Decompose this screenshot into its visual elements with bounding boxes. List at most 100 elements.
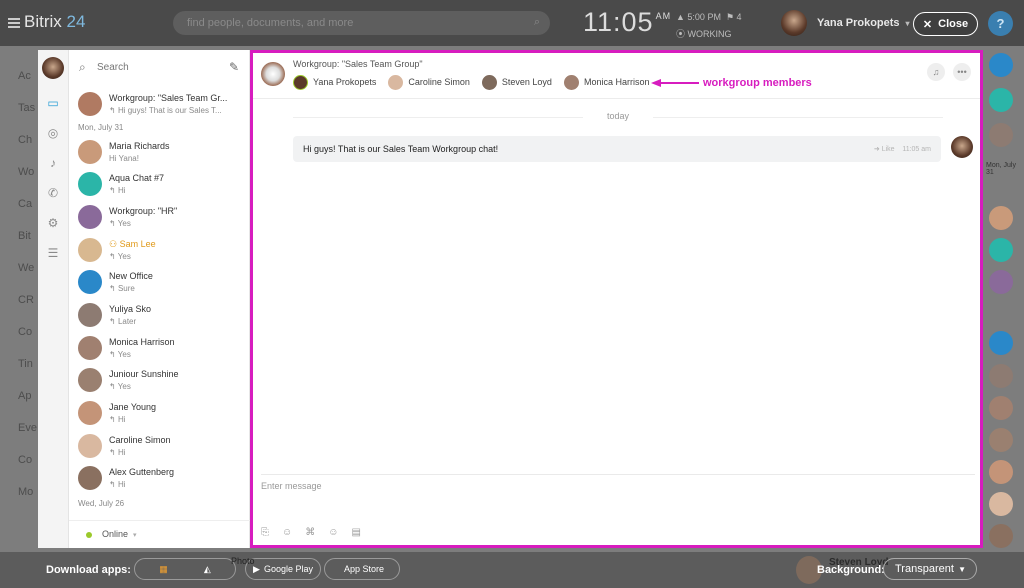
- file-icon[interactable]: ▤: [351, 527, 360, 538]
- recent-chats-strip: Mon, July 31: [986, 48, 1024, 581]
- openlines-icon[interactable]: ◎: [46, 126, 60, 140]
- list-item[interactable]: Monica Harrison ↰ Yes: [69, 332, 250, 365]
- messenger-window: ▭ ◎ ♪ ✆ ⚙ ☰ ⌕ Search ✎ Workgroup: "Sales…: [38, 50, 983, 548]
- avatar[interactable]: [989, 331, 1013, 355]
- user-icon[interactable]: ☺: [282, 527, 292, 538]
- background-select[interactable]: Transparent ▼: [883, 558, 977, 580]
- time-info: ▲ 5:00 PM ⚑ 4 ⦿ WORKING: [676, 12, 742, 39]
- bg-item: CR: [18, 294, 34, 306]
- close-button[interactable]: ✕ Close: [913, 12, 978, 36]
- list-item[interactable]: Juniour Sunshine ↰ Yes: [69, 364, 250, 397]
- chat-title[interactable]: Workgroup: "Sales Team Group": [293, 59, 423, 69]
- like-link[interactable]: ➜ Like: [874, 146, 895, 153]
- linux-icon[interactable]: ◭: [204, 564, 211, 575]
- avatar[interactable]: [989, 524, 1013, 548]
- list-item-message-text: Later: [117, 317, 137, 326]
- bg-item: Co: [18, 454, 33, 466]
- bell-icon[interactable]: ♫: [927, 63, 945, 81]
- bg-item: Eve: [18, 422, 37, 434]
- avatar[interactable]: [989, 238, 1013, 262]
- search-icon: ⌕: [79, 60, 86, 74]
- clock[interactable]: 11:05 AM: [583, 7, 671, 38]
- message-toolbar: ⎘ ☺ ⌘ ☺ ▤: [261, 527, 361, 538]
- status-selector[interactable]: Online ▾: [69, 520, 250, 548]
- bg-item: Ap: [18, 390, 32, 402]
- list-item[interactable]: Yuliya Sko ↰ Later: [69, 299, 250, 332]
- list-item[interactable]: Workgroup: "Sales Team Gr... ↰ Hi guys! T…: [69, 88, 250, 121]
- avatar[interactable]: [261, 62, 285, 86]
- avatar[interactable]: [989, 460, 1013, 484]
- chat-search-input[interactable]: ⌕ Search ✎: [79, 60, 239, 76]
- chat-icon[interactable]: [989, 88, 1013, 112]
- list-item[interactable]: Caroline Simon ↰ Hi: [69, 430, 250, 463]
- notification-icon[interactable]: [989, 53, 1013, 77]
- avatar[interactable]: [989, 364, 1013, 388]
- bg-item: Tin: [18, 358, 33, 370]
- work-status: WORKING: [687, 29, 732, 39]
- member-name: Caroline Simon: [408, 77, 470, 87]
- global-search-input[interactable]: find people, documents, and more ⌕: [173, 11, 550, 35]
- list-item[interactable]: Aqua Chat #7 ↰ Hi: [69, 168, 250, 201]
- message-input[interactable]: Enter message: [261, 481, 322, 491]
- phone-icon[interactable]: ✆: [46, 186, 60, 200]
- avatar[interactable]: [989, 206, 1013, 230]
- menu-icon[interactable]: [8, 16, 20, 30]
- help-button[interactable]: ?: [988, 11, 1013, 36]
- online-status-icon: [86, 532, 92, 538]
- member-item[interactable]: Caroline Simon: [388, 74, 470, 90]
- status-label: Online ▾: [102, 529, 137, 539]
- attach-icon[interactable]: ⎘: [261, 527, 269, 538]
- avatar[interactable]: [989, 270, 1013, 294]
- list-item-name: ⚇ Sam Lee: [109, 239, 156, 249]
- avatar[interactable]: [989, 396, 1013, 420]
- member-item[interactable]: Yana Prokopets: [293, 74, 376, 90]
- avatar: [78, 466, 102, 490]
- list-item[interactable]: Maria Richards Hi Yana!: [69, 136, 250, 169]
- strip-date: Mon, July 31: [986, 162, 1016, 176]
- chat-icon[interactable]: ▭: [46, 96, 60, 110]
- list-item[interactable]: ⚇ Sam Lee ↰ Yes: [69, 234, 250, 267]
- search-icon[interactable]: ⌕: [534, 16, 540, 29]
- compose-icon[interactable]: ✎: [229, 60, 239, 74]
- list-item[interactable]: New Office ↰ Sure: [69, 266, 250, 299]
- google-play-button[interactable]: ▶ Google Play: [245, 558, 321, 580]
- notes-icon[interactable]: ☰: [46, 246, 60, 260]
- background-menu: Ac Tas Ch Wo Ca Bit We CR Co Tin Ap Eve …: [18, 60, 37, 508]
- status-text: Online: [102, 529, 129, 539]
- avatar: [563, 74, 579, 90]
- member-item[interactable]: Monica Harrison: [563, 74, 649, 90]
- avatar[interactable]: [989, 428, 1013, 452]
- annotation-label: workgroup members: [703, 77, 812, 89]
- avatar: [78, 368, 102, 392]
- app-store-button[interactable]: App Store: [324, 558, 400, 580]
- list-item[interactable]: Alex Guttenberg ↰ Hi: [69, 462, 250, 495]
- logo[interactable]: Bitrix 24: [8, 12, 85, 32]
- user-menu[interactable]: Yana Prokopets ▾: [781, 8, 910, 38]
- windows-icon[interactable]: ▦: [159, 564, 168, 575]
- more-icon[interactable]: •••: [953, 63, 971, 81]
- download-apps-label: Download apps:: [46, 564, 131, 576]
- command-icon[interactable]: ⌘: [305, 527, 315, 538]
- list-item-name: Maria Richards: [109, 141, 170, 151]
- list-item[interactable]: Workgroup: "HR" ↰ Yes: [69, 201, 250, 234]
- smile-icon[interactable]: ☺: [328, 527, 338, 538]
- photo-label: Photo: [231, 556, 255, 566]
- list-item-message-text: Hi: [117, 480, 126, 489]
- chevron-down-icon: ▼: [958, 564, 966, 574]
- list-item-message: ↰ Yes: [109, 382, 131, 391]
- avatar[interactable]: [989, 492, 1013, 516]
- gear-icon[interactable]: ⚙: [46, 216, 60, 230]
- avatar[interactable]: [42, 57, 64, 79]
- messenger-rail: ▭ ◎ ♪ ✆ ⚙ ☰: [38, 50, 69, 548]
- avatar: [78, 140, 102, 164]
- list-item-name: Workgroup: "HR": [109, 206, 178, 216]
- recent-chat-list: ⌕ Search ✎ Workgroup: "Sales Team Gr... ↰…: [69, 50, 250, 548]
- list-item[interactable]: Jane Young ↰ Hi: [69, 397, 250, 430]
- avatar[interactable]: [989, 123, 1013, 147]
- avatar: [78, 434, 102, 458]
- bell-icon[interactable]: ♪: [46, 156, 60, 170]
- member-item[interactable]: Steven Loyd: [481, 74, 552, 90]
- google-play-label: Google Play: [263, 564, 313, 574]
- list-item-name: Workgroup: "Sales Team Gr...: [109, 93, 228, 103]
- avatar: [78, 336, 102, 360]
